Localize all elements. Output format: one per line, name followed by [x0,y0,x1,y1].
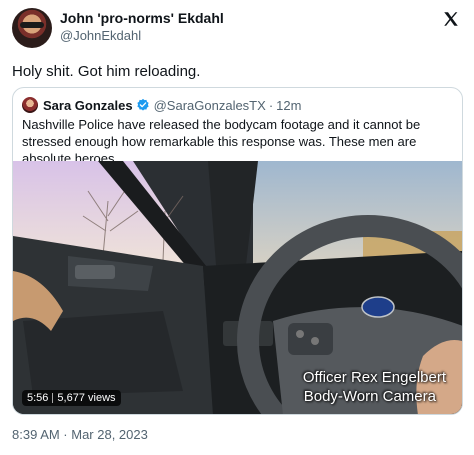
separator-dot: · [268,97,274,113]
badge-divider [52,393,54,403]
quoted-tweet-header: Sara Gonzales @SaraGonzalesTX · 12m [22,96,301,114]
video-duration: 5:56 [27,392,49,404]
video-overlay-officer: Officer Rex Engelbert [302,369,446,386]
video-info-badge: 5:56 5,677 views [22,390,121,406]
author-name[interactable]: John 'pro-norms' Ekdahl [60,10,224,26]
quoted-tweet-text: Nashville Police have released the bodyc… [22,117,421,166]
verified-badge-icon [137,98,149,111]
tweet-text: Holy shit. Got him reloading. [12,63,201,80]
video-player[interactable]: Officer Rex Engelbert Body-Worn Camera 5… [13,161,462,414]
quoted-author-name[interactable]: Sara Gonzales [43,98,133,113]
author-handle[interactable]: @JohnEkdahl [60,28,141,43]
quoted-author-avatar[interactable] [22,97,38,113]
quoted-tweet-time[interactable]: 12m [276,98,301,113]
video-views: 5,677 views [57,392,116,404]
quoted-tweet[interactable]: Sara Gonzales @SaraGonzalesTX · 12m Nash… [12,87,463,415]
x-logo-icon [444,12,458,26]
quoted-author-handle[interactable]: @SaraGonzalesTX [154,98,266,113]
video-overlay-camera: Body-Worn Camera [303,388,436,405]
author-avatar[interactable] [12,8,52,48]
tweet-header: John 'pro-norms' Ekdahl @JohnEkdahl [12,8,462,52]
tweet-timestamp[interactable]: 8:39 AM · Mar 28, 2023 [12,427,148,442]
